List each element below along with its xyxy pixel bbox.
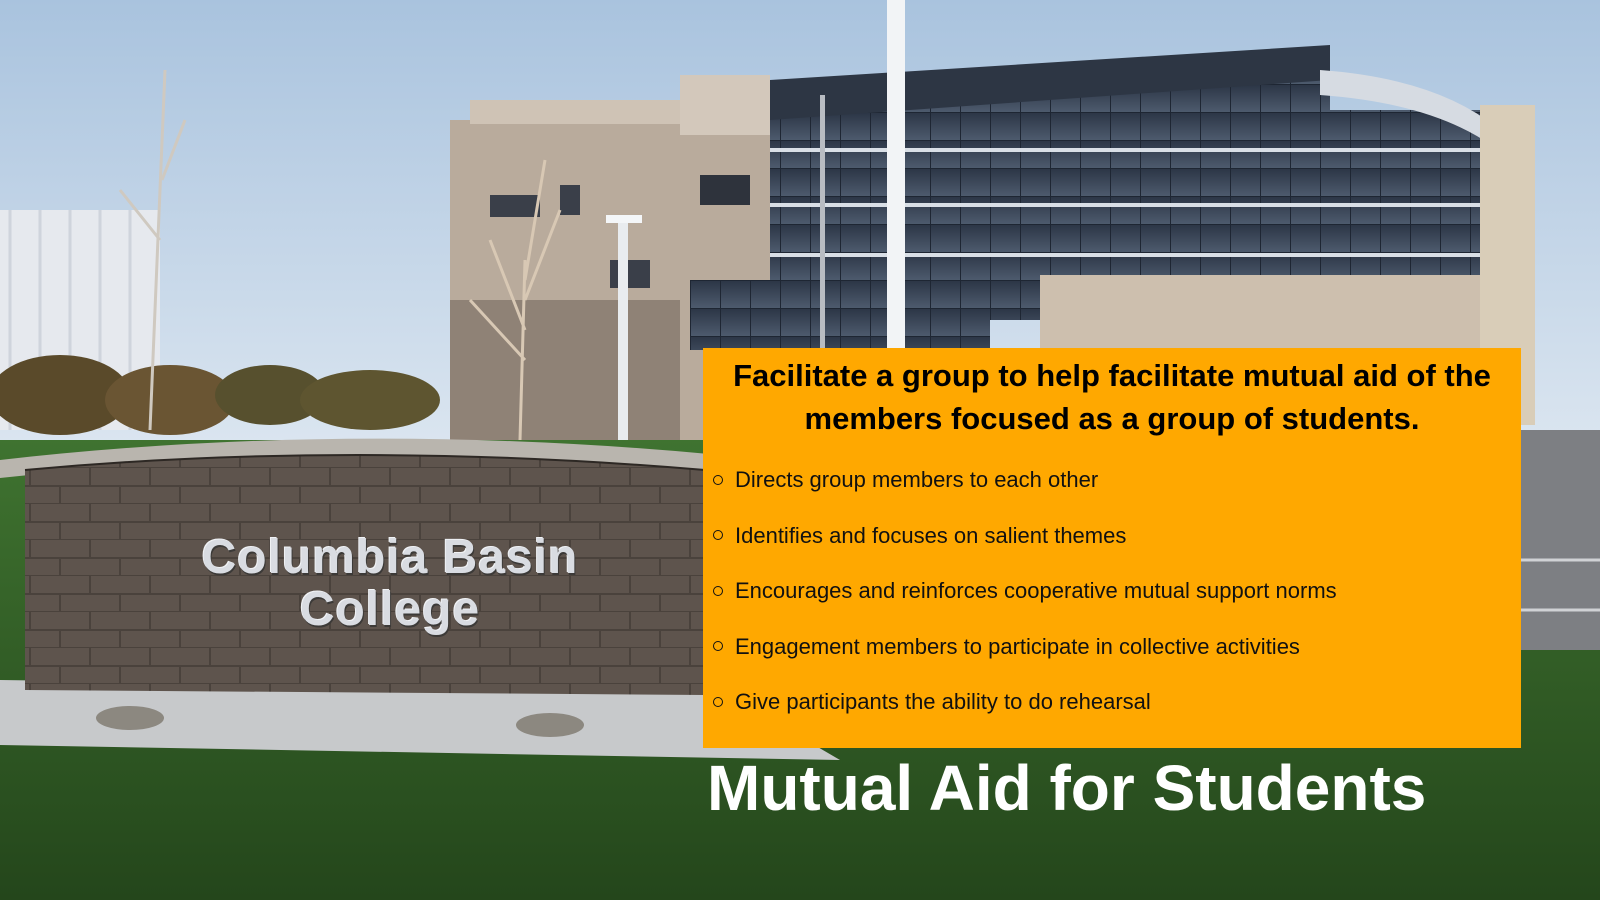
list-item: Give participants the ability to do rehe… (711, 674, 1513, 730)
sign-line-1: Columbia Basin (201, 531, 579, 584)
bullet-circle-icon (713, 530, 723, 541)
campus-sign: Columbia Basin College (140, 532, 640, 636)
bullet-text: Directs group members to each other (735, 467, 1099, 492)
bullet-text: Encourages and reinforces cooperative mu… (735, 578, 1337, 603)
road (1510, 430, 1600, 650)
bullet-circle-icon (713, 641, 723, 652)
bullet-list: Directs group members to each other Iden… (711, 452, 1513, 730)
sign-line-2: College (299, 583, 481, 636)
bullet-text: Engagement members to participate in col… (735, 633, 1300, 659)
list-item: Engagement members to participate in col… (711, 619, 1513, 675)
bullet-circle-icon (713, 585, 723, 596)
card-heading: Facilitate a group to help facilitate mu… (733, 358, 1491, 436)
list-item: Directs group members to each other (711, 452, 1513, 508)
bullet-text: Give participants the ability to do rehe… (735, 689, 1151, 714)
bullet-text: Identifies and focuses on salient themes (735, 522, 1127, 548)
bullet-circle-icon (713, 696, 723, 707)
bullet-circle-icon (713, 474, 723, 485)
list-item: Identifies and focuses on salient themes (711, 508, 1513, 564)
list-item: Encourages and reinforces cooperative mu… (711, 563, 1513, 619)
slide-title: Mutual Aid for Students (707, 752, 1427, 824)
info-card: Facilitate a group to help facilitate mu… (703, 348, 1521, 748)
